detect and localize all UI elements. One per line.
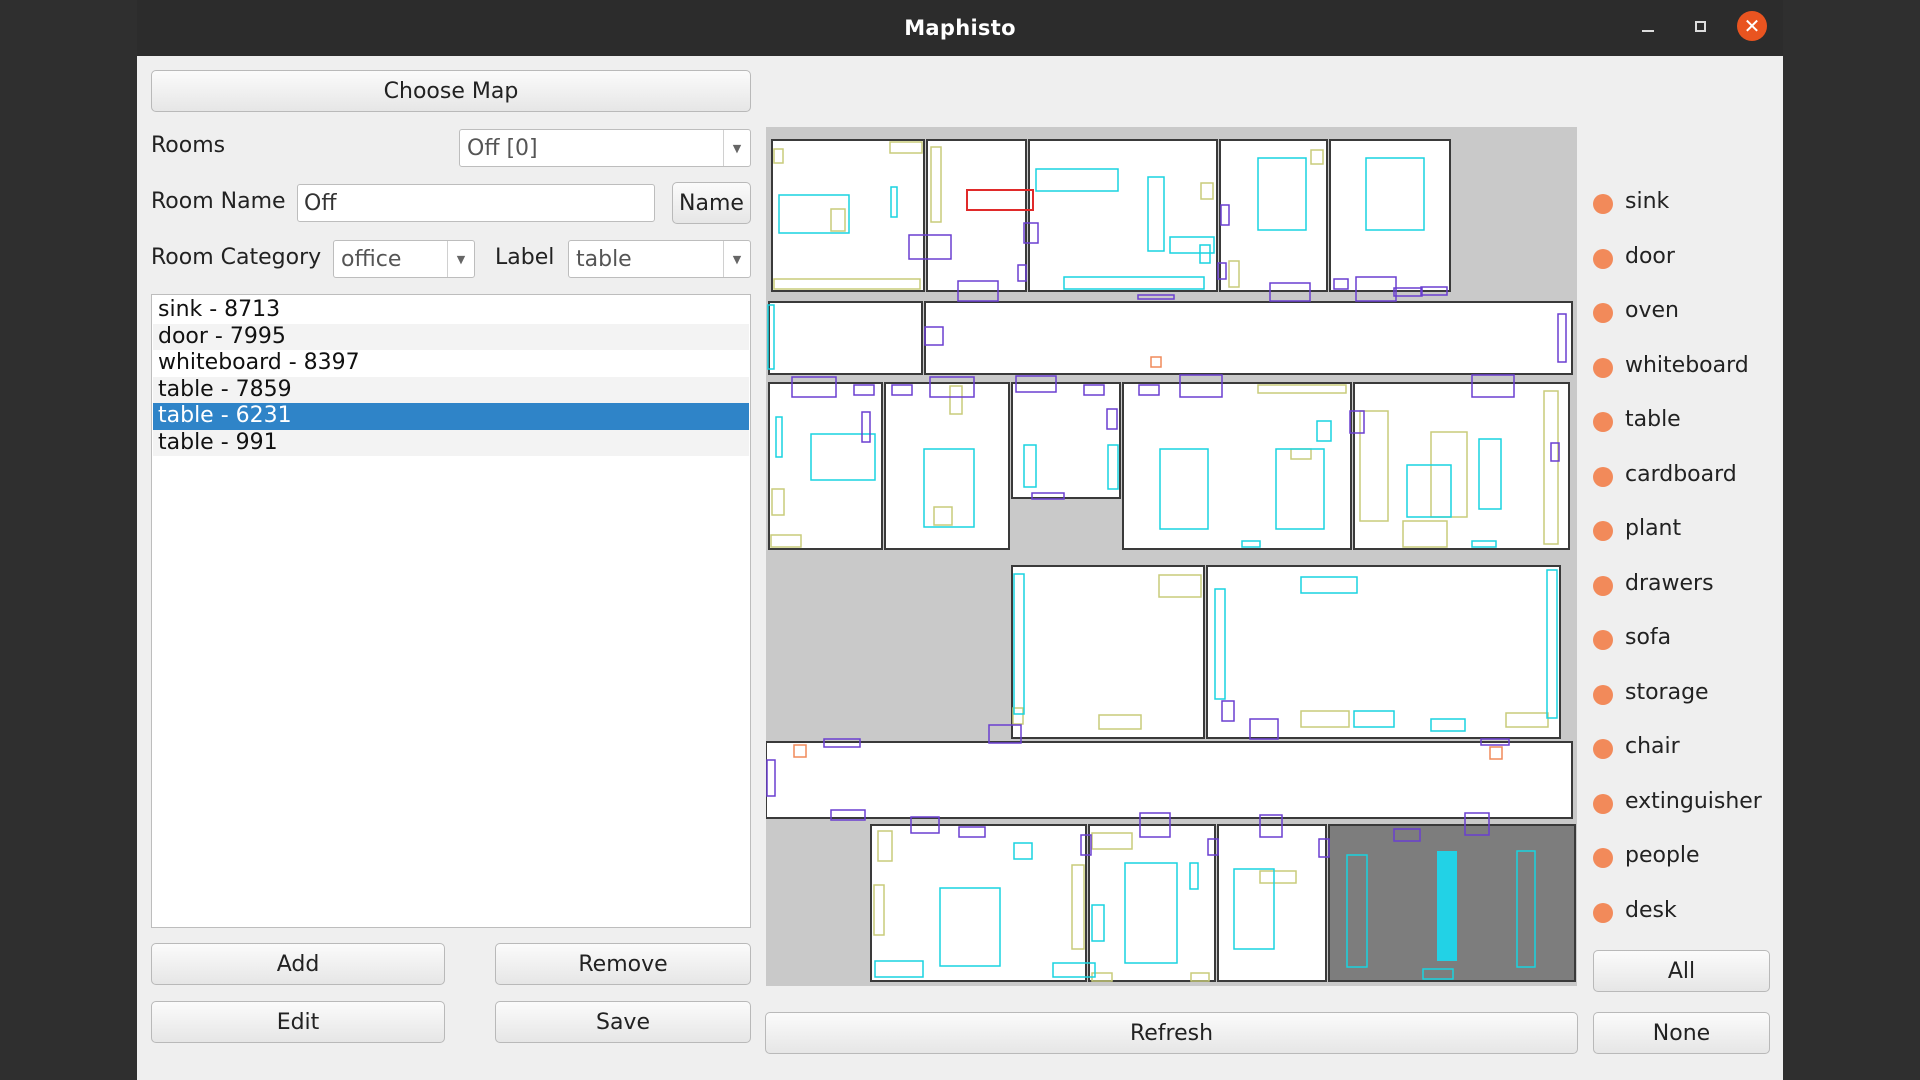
legend-dot-icon[interactable]: [1593, 685, 1613, 705]
legend-dot-icon[interactable]: [1593, 903, 1613, 923]
legend-label: whiteboard: [1625, 353, 1749, 378]
save-button[interactable]: Save: [495, 1001, 751, 1043]
chevron-down-icon[interactable]: ▼: [447, 241, 474, 277]
floor-plan[interactable]: [766, 127, 1577, 986]
edit-button[interactable]: Edit: [151, 1001, 445, 1043]
remove-button[interactable]: Remove: [495, 943, 751, 985]
legend-dot-icon[interactable]: [1593, 630, 1613, 650]
legend-dot-icon[interactable]: [1593, 739, 1613, 759]
legend-dot-icon[interactable]: [1593, 848, 1613, 868]
close-icon[interactable]: ✕: [1737, 11, 1767, 41]
legend-dot-icon[interactable]: [1593, 467, 1613, 487]
all-button[interactable]: All: [1593, 950, 1770, 992]
title-bar: Maphisto ✕: [137, 0, 1783, 56]
room-name-label: Room Name: [151, 189, 286, 214]
legend-label: extinguisher: [1625, 789, 1762, 814]
legend-dot-icon[interactable]: [1593, 358, 1613, 378]
window-title: Maphisto: [904, 16, 1016, 40]
list-item[interactable]: table - 6231: [153, 403, 749, 430]
legend-dot-icon[interactable]: [1593, 576, 1613, 596]
list-item[interactable]: door - 7995: [153, 323, 749, 350]
room-category-combo[interactable]: office ▼: [333, 240, 475, 278]
highlighted-table: [1437, 851, 1457, 961]
legend-label: people: [1625, 843, 1700, 868]
list-item[interactable]: table - 7859: [153, 376, 749, 403]
label-label: Label: [495, 245, 555, 270]
add-button[interactable]: Add: [151, 943, 445, 985]
legend-dot-icon[interactable]: [1593, 249, 1613, 269]
legend-label: storage: [1625, 680, 1709, 705]
app-window: Maphisto ✕ Choose Map Rooms Off [0] ▼ Ro…: [137, 0, 1783, 1080]
room-category-label: Room Category: [151, 245, 322, 270]
name-button[interactable]: Name: [672, 182, 751, 224]
chevron-down-icon[interactable]: ▼: [723, 241, 750, 277]
refresh-button[interactable]: Refresh: [765, 1012, 1578, 1054]
none-button[interactable]: None: [1593, 1012, 1770, 1054]
maximize-icon[interactable]: [1685, 12, 1717, 44]
legend-label: sofa: [1625, 625, 1672, 650]
room-name-value: Off: [304, 190, 337, 216]
rooms-combo[interactable]: Off [0] ▼: [459, 129, 751, 167]
legend-dot-icon[interactable]: [1593, 303, 1613, 323]
map-canvas[interactable]: [766, 127, 1577, 986]
room-name-input[interactable]: Off: [297, 184, 655, 222]
legend-dot-icon[interactable]: [1593, 521, 1613, 541]
legend-label: cardboard: [1625, 462, 1737, 487]
legend-label: drawers: [1625, 571, 1714, 596]
legend-dot-icon[interactable]: [1593, 412, 1613, 432]
choose-map-button[interactable]: Choose Map: [151, 70, 751, 112]
legend-dot-icon[interactable]: [1593, 194, 1613, 214]
legend-label: desk: [1625, 898, 1677, 923]
legend-label: chair: [1625, 734, 1680, 759]
chevron-down-icon[interactable]: ▼: [723, 130, 750, 166]
minimize-icon[interactable]: [1632, 12, 1664, 44]
legend-label: table: [1625, 407, 1681, 432]
list-item[interactable]: table - 991: [153, 429, 749, 456]
label-combo-value: table: [576, 246, 632, 272]
legend-label: door: [1625, 244, 1675, 269]
rooms-label: Rooms: [151, 133, 226, 158]
object-list[interactable]: sink - 8713 door - 7995 whiteboard - 8397 t…: [151, 294, 751, 928]
legend-label: sink: [1625, 189, 1670, 214]
rooms-combo-value: Off [0]: [467, 135, 538, 161]
list-item[interactable]: sink - 8713: [153, 297, 749, 324]
room-category-value: office: [341, 246, 402, 272]
legend-dot-icon[interactable]: [1593, 794, 1613, 814]
legend-label: plant: [1625, 516, 1682, 541]
label-combo[interactable]: table ▼: [568, 240, 751, 278]
list-item[interactable]: whiteboard - 8397: [153, 350, 749, 377]
legend-label: oven: [1625, 298, 1679, 323]
